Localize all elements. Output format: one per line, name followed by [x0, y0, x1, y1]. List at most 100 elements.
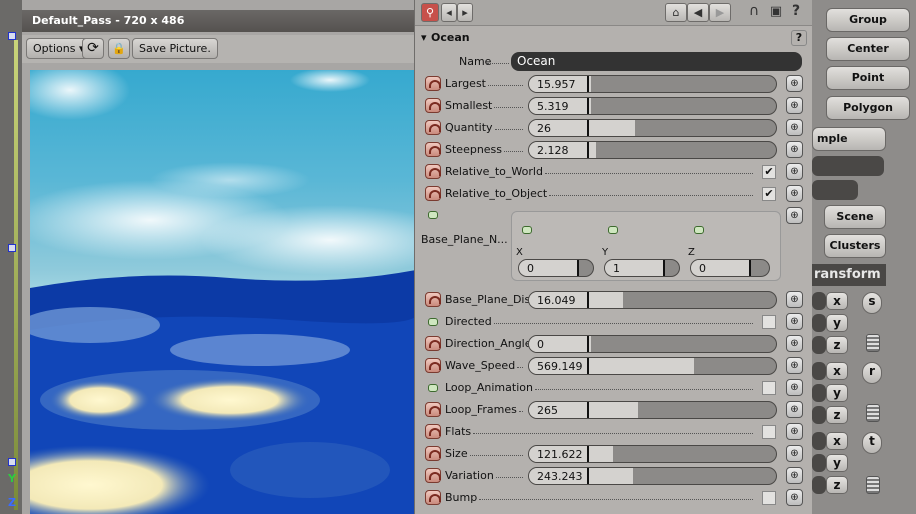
param-value[interactable]: 265 — [537, 404, 558, 417]
fcurve-icon[interactable] — [425, 164, 441, 179]
refresh-icon[interactable]: ⟳ — [82, 38, 104, 59]
fcurve-icon[interactable] — [425, 186, 441, 201]
animate-button[interactable]: ⊕ — [786, 291, 803, 308]
animate-button[interactable]: ⊕ — [786, 423, 803, 440]
group-button[interactable]: Group — [826, 8, 910, 32]
fcurve-icon[interactable] — [425, 490, 441, 505]
scale-z-button[interactable]: z — [826, 336, 848, 354]
section-header[interactable]: ▾ Ocean ? — [415, 28, 813, 48]
fcurve-icon[interactable] — [425, 98, 441, 113]
pin-icon[interactable]: ▣ — [767, 3, 785, 22]
scale-y-button[interactable]: y — [826, 314, 848, 332]
marker-bottom[interactable] — [8, 458, 16, 466]
marker-top[interactable] — [8, 32, 16, 40]
param-slider[interactable]: 265 — [528, 401, 777, 419]
rotate-y-button[interactable]: y — [826, 384, 848, 402]
param-slider[interactable]: 2.128 — [528, 141, 777, 159]
help-icon[interactable]: ? — [787, 3, 805, 22]
param-slider[interactable]: 16.049 — [528, 291, 777, 309]
param-value[interactable]: 5.319 — [537, 100, 569, 113]
rotate-x-button[interactable]: x — [826, 362, 848, 380]
param-dot-icon[interactable] — [428, 318, 438, 326]
param-value[interactable]: 2.128 — [537, 144, 569, 157]
scale-x-button[interactable]: x — [826, 292, 848, 310]
scale-menu-icon[interactable] — [866, 334, 880, 352]
param-value[interactable]: 15.957 — [537, 78, 576, 91]
param-checkbox[interactable]: ✔ — [762, 187, 776, 201]
rotate-menu-icon[interactable] — [866, 404, 880, 422]
animate-button[interactable]: ⊕ — [786, 75, 803, 92]
fcurve-icon[interactable] — [425, 292, 441, 307]
param-dot-icon[interactable] — [428, 384, 438, 392]
center-button[interactable]: Center — [826, 37, 910, 61]
lock-icon[interactable]: 🔒 — [108, 38, 130, 59]
fcurve-icon[interactable] — [425, 468, 441, 483]
render-view[interactable] — [30, 70, 416, 514]
translate-menu-icon[interactable] — [866, 476, 880, 494]
animate-button[interactable]: ⊕ — [786, 357, 803, 374]
fcurve-icon[interactable] — [425, 120, 441, 135]
marker-mid[interactable] — [8, 244, 16, 252]
animate-button[interactable]: ⊕ — [786, 119, 803, 136]
home-icon[interactable]: ⌂ — [665, 3, 687, 22]
rotate-z-button[interactable]: z — [826, 406, 848, 424]
back-icon[interactable]: ◀ — [687, 3, 709, 22]
lock-icon[interactable]: ⚲ — [421, 3, 439, 22]
fcurve-icon[interactable] — [425, 336, 441, 351]
animate-button[interactable]: ⊕ — [786, 445, 803, 462]
forward-icon[interactable]: ▶ — [709, 3, 731, 22]
param-slider[interactable]: 0 — [528, 335, 777, 353]
x-slider[interactable]: 0 — [518, 259, 594, 277]
translate-x-button[interactable]: x — [826, 432, 848, 450]
recycle-icon[interactable]: ∩ — [745, 3, 763, 22]
save-picture-button[interactable]: Save Picture. — [132, 38, 218, 59]
param-slider[interactable]: 26 — [528, 119, 777, 137]
param-value[interactable]: 243.243 — [537, 470, 583, 483]
polygon-button[interactable]: Polygon — [826, 96, 910, 120]
scale-s-button[interactable]: s — [862, 292, 882, 314]
name-field[interactable]: Ocean — [511, 52, 802, 71]
param-checkbox[interactable]: ✔ — [762, 491, 776, 505]
param-slider[interactable]: 243.243 — [528, 467, 777, 485]
next-arrow-icon[interactable]: ▸ — [457, 3, 473, 22]
point-button[interactable]: Point — [826, 66, 910, 90]
animate-button[interactable]: ⊕ — [786, 185, 803, 202]
prev-arrow-icon[interactable]: ◂ — [441, 3, 457, 22]
animate-button[interactable]: ⊕ — [786, 163, 803, 180]
animate-button[interactable]: ⊕ — [786, 313, 803, 330]
y-slider[interactable]: 1 — [604, 259, 680, 277]
animate-button[interactable]: ⊕ — [786, 97, 803, 114]
param-checkbox[interactable]: ✔ — [762, 381, 776, 395]
animate-button[interactable]: ⊕ — [786, 489, 803, 506]
animate-button[interactable]: ⊕ — [786, 207, 803, 224]
param-value[interactable]: 121.622 — [537, 448, 583, 461]
param-checkbox[interactable]: ✔ — [762, 315, 776, 329]
param-checkbox[interactable]: ✔ — [762, 165, 776, 179]
animate-button[interactable]: ⊕ — [786, 379, 803, 396]
param-slider[interactable]: 5.319 — [528, 97, 777, 115]
param-slider[interactable]: 15.957 — [528, 75, 777, 93]
fcurve-icon[interactable] — [425, 446, 441, 461]
rotate-r-button[interactable]: r — [862, 362, 882, 384]
param-value[interactable]: 0 — [537, 338, 544, 351]
section-help-button[interactable]: ? — [791, 30, 807, 46]
param-value[interactable]: 16.049 — [537, 294, 576, 307]
param-slider[interactable]: 569.149 — [528, 357, 777, 375]
fcurve-icon[interactable] — [425, 76, 441, 91]
fcurve-icon[interactable] — [425, 142, 441, 157]
scene-button[interactable]: Scene — [824, 205, 886, 229]
fcurve-icon[interactable] — [425, 358, 441, 373]
translate-y-button[interactable]: y — [826, 454, 848, 472]
translate-t-button[interactable]: t — [862, 432, 882, 454]
param-checkbox[interactable]: ✔ — [762, 425, 776, 439]
z-slider[interactable]: 0 — [690, 259, 770, 277]
animate-button[interactable]: ⊕ — [786, 335, 803, 352]
animate-button[interactable]: ⊕ — [786, 401, 803, 418]
clusters-button[interactable]: Clusters — [824, 234, 886, 258]
sample-button[interactable]: mple — [812, 127, 886, 151]
param-slider[interactable]: 121.622 — [528, 445, 777, 463]
param-value[interactable]: 569.149 — [537, 360, 583, 373]
fcurve-icon[interactable] — [425, 402, 441, 417]
translate-z-button[interactable]: z — [826, 476, 848, 494]
param-value[interactable]: 26 — [537, 122, 551, 135]
